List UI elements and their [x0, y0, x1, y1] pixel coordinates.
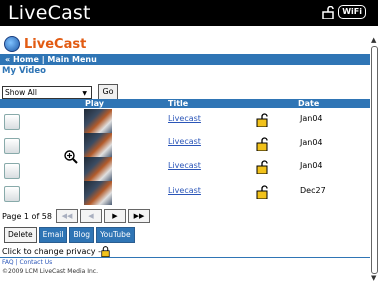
header-date: Date: [298, 99, 320, 108]
video-date: Dec27: [300, 186, 326, 195]
header-title: Title: [168, 99, 189, 108]
wifi-icon: WiFi: [338, 5, 366, 19]
scroll-down-icon[interactable]: ▼: [371, 274, 376, 282]
video-date: Jan04: [300, 114, 323, 123]
go-button[interactable]: Go: [98, 84, 118, 100]
video-title-link[interactable]: Livecast: [168, 186, 201, 195]
lock-icon: [101, 246, 110, 257]
privacy-lock-icon[interactable]: [256, 113, 268, 127]
contact-us-link[interactable]: Contact Us: [19, 259, 52, 266]
privacy-lock-icon[interactable]: [256, 137, 268, 151]
video-title-link[interactable]: Livecast: [168, 137, 201, 146]
blog-button[interactable]: Blog: [69, 227, 95, 243]
header-play: Play: [85, 99, 104, 108]
chevron-down-icon: ▼: [82, 89, 87, 97]
next-page-button[interactable]: ▶: [103, 209, 126, 223]
nav-prefix: «: [5, 55, 13, 64]
youtube-button[interactable]: YouTube: [96, 227, 135, 243]
filter-select-value: Show All: [5, 87, 37, 97]
footer-divider: [0, 257, 370, 258]
app-title: LiveCast: [8, 2, 91, 24]
last-page-button[interactable]: ▶▶: [127, 209, 150, 223]
prev-page-button[interactable]: ◀: [79, 209, 102, 223]
privacy-lock-icon[interactable]: [256, 160, 268, 174]
livecast-logo-icon: [4, 36, 20, 52]
scroll-up-icon[interactable]: ▲: [371, 36, 376, 44]
video-date: Jan04: [300, 161, 323, 170]
video-thumbnail[interactable]: [84, 133, 112, 157]
filter-select[interactable]: Show All ▼: [2, 85, 92, 99]
page-indicator: Page 1 of 58: [2, 211, 52, 221]
nav-home-link[interactable]: Home: [13, 55, 39, 64]
page-content: LiveCast « Home | Main Menu My Video Sho…: [0, 26, 370, 286]
nav-bar: « Home | Main Menu: [0, 54, 370, 65]
unlock-icon: [322, 5, 334, 19]
status-bar: LiveCast WiFi: [0, 0, 378, 26]
status-icons: WiFi: [322, 5, 366, 19]
table-row: Livecast Dec27: [0, 181, 370, 205]
privacy-note: Click to change privacy -: [2, 246, 110, 257]
filter-bar: Show All ▼ Go: [2, 84, 118, 100]
logo[interactable]: LiveCast: [4, 36, 86, 52]
row-checkbox[interactable]: [4, 186, 20, 202]
pagination: Page 1 of 58 ◀◀ ◀ ▶ ▶▶: [2, 209, 152, 223]
first-page-button[interactable]: ◀◀: [55, 209, 78, 223]
row-checkbox[interactable]: [4, 138, 20, 154]
copyright-text: ©2009 LCM LiveCast Media Inc.: [2, 268, 99, 275]
nav-main-menu-link[interactable]: Main Menu: [47, 55, 96, 64]
vertical-scrollbar[interactable]: ▲ ▼: [370, 26, 378, 286]
video-thumbnail[interactable]: [84, 157, 112, 181]
row-checkbox[interactable]: [4, 163, 20, 179]
row-checkbox[interactable]: [4, 114, 20, 130]
video-title-link[interactable]: Livecast: [168, 161, 201, 170]
delete-button[interactable]: Delete: [4, 227, 37, 243]
table-row: Livecast Jan04: [0, 133, 370, 157]
table-row: Livecast Jan04: [0, 157, 370, 181]
video-thumbnail[interactable]: [84, 181, 112, 205]
video-thumbnail[interactable]: [84, 109, 112, 133]
logo-text: LiveCast: [24, 36, 87, 52]
video-date: Jan04: [300, 138, 323, 147]
footer-links: FAQ | Contact Us: [2, 259, 52, 266]
table-header: Play Title Date: [0, 99, 370, 108]
zoom-in-icon[interactable]: [64, 150, 78, 164]
video-title-link[interactable]: Livecast: [168, 114, 201, 123]
action-buttons: Delete Email Blog YouTube: [4, 227, 137, 243]
scrollbar-thumb[interactable]: [371, 46, 378, 274]
faq-link[interactable]: FAQ: [2, 259, 14, 266]
privacy-text: Click to change privacy -: [2, 247, 101, 256]
table-row: Livecast Jan04: [0, 109, 370, 133]
email-button[interactable]: Email: [38, 227, 68, 243]
page-title: My Video: [2, 66, 46, 76]
privacy-lock-icon[interactable]: [256, 185, 268, 199]
